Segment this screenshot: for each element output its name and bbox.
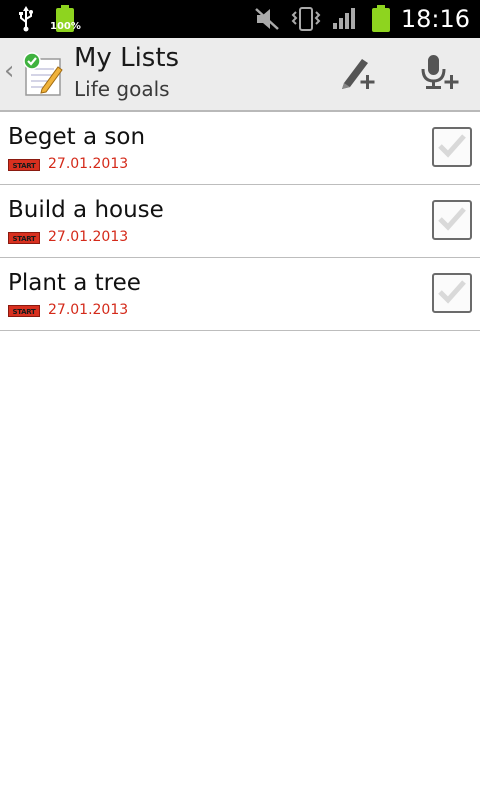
muted-icon [253, 0, 281, 38]
clock: 18:16 [400, 5, 470, 33]
item-start-date: 27.01.2013 [48, 302, 129, 318]
battery-icon [368, 0, 394, 38]
notepad-icon[interactable] [20, 51, 66, 97]
item-title: Beget a son [8, 124, 146, 150]
add-item-button[interactable] [330, 50, 386, 100]
usb-icon [14, 0, 38, 38]
page-title: My Lists [74, 43, 180, 73]
list-item[interactable]: Beget a son START 27.01.2013 [0, 112, 480, 185]
list-item[interactable]: Plant a tree START 27.01.2013 [0, 258, 480, 331]
checkmark-icon [437, 278, 467, 308]
battery-percent-label: 100% [50, 21, 81, 32]
goal-list: Beget a son START 27.01.2013 Build a hou… [0, 112, 480, 331]
page-subtitle: Life goals [74, 77, 170, 101]
start-badge: START [8, 232, 40, 244]
checkmark-icon [437, 205, 467, 235]
item-start-date: 27.01.2013 [48, 156, 129, 172]
vibrate-icon [290, 0, 322, 38]
start-badge: START [8, 305, 40, 317]
item-checkbox[interactable] [432, 200, 472, 240]
item-checkbox[interactable] [432, 127, 472, 167]
action-bar: ‹ My Lists Life goals [0, 38, 480, 112]
battery-full-icon [52, 0, 78, 38]
back-chevron-icon[interactable]: ‹ [4, 56, 14, 86]
add-voice-item-button[interactable] [410, 50, 466, 100]
status-bar: 100% 18:16 [0, 0, 480, 38]
add-voice-item-icon [416, 53, 460, 97]
item-start-date: 27.01.2013 [48, 229, 129, 245]
signal-icon [330, 0, 358, 38]
item-title: Plant a tree [8, 270, 141, 296]
checkmark-icon [437, 132, 467, 162]
list-item[interactable]: Build a house START 27.01.2013 [0, 185, 480, 258]
add-item-pencil-icon [336, 53, 380, 97]
start-badge: START [8, 159, 40, 171]
item-checkbox[interactable] [432, 273, 472, 313]
item-title: Build a house [8, 197, 164, 223]
